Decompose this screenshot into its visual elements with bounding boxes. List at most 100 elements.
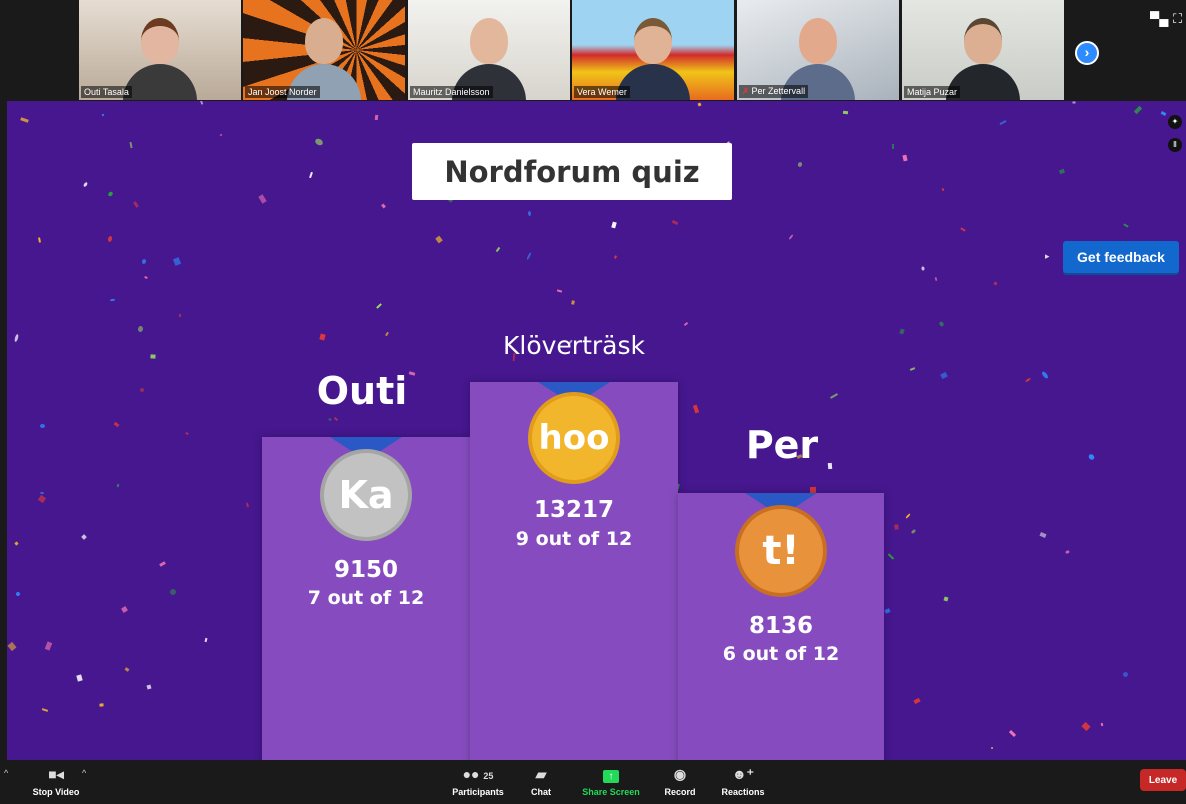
leave-button[interactable]: Leave <box>1140 769 1186 791</box>
confetti-piece <box>44 641 53 651</box>
confetti-piece <box>999 119 1007 126</box>
confetti-piece <box>101 113 105 117</box>
confetti-piece <box>692 404 700 414</box>
confetti-piece <box>381 203 386 209</box>
confetti-piece <box>129 141 133 149</box>
confetti-piece <box>1123 223 1129 228</box>
confetti-piece <box>309 171 313 179</box>
next-page-icon[interactable]: › <box>1075 41 1099 65</box>
podium-first-place: hoo 13217 9 out of 12 <box>470 382 678 760</box>
confetti-piece <box>319 333 326 341</box>
podium-name-third: Per <box>745 423 819 467</box>
confetti-piece <box>20 117 29 123</box>
confetti-piece <box>219 133 223 137</box>
confetti-piece <box>133 201 139 208</box>
reactions-button[interactable]: ☻⁺ Reactions <box>720 764 766 797</box>
confetti-piece <box>830 393 838 399</box>
confetti-piece <box>199 101 204 105</box>
annotate-icon[interactable]: ✦ <box>1168 115 1182 129</box>
confetti-piece <box>1008 729 1017 738</box>
confetti-piece <box>245 502 250 508</box>
confetti-piece <box>258 194 267 204</box>
participants-button[interactable]: ●● 25 Participants <box>448 764 508 797</box>
participant-tile[interactable]: Jan Joost Norder <box>243 0 405 100</box>
confetti-piece <box>150 354 156 359</box>
confetti-piece <box>82 181 89 188</box>
confetti-piece <box>146 684 152 690</box>
participant-tile[interactable]: ✗ Per Zettervall <box>737 0 899 100</box>
confetti-piece <box>328 417 332 422</box>
confetti-piece <box>993 281 998 286</box>
participant-gallery: Outi Tasala Jan Joost Norder Mauritz Dan… <box>0 0 1186 101</box>
confetti-piece <box>1058 168 1066 175</box>
confetti-piece <box>81 534 87 540</box>
podium-score: 9150 <box>333 557 398 583</box>
stop-video-button[interactable]: ■◂ Stop Video <box>30 764 82 797</box>
confetti-piece <box>141 258 147 265</box>
podium-correct-count: 6 out of 12 <box>722 643 840 665</box>
confetti-piece <box>611 221 617 229</box>
confetti-piece <box>38 237 41 243</box>
confetti-piece <box>990 746 994 750</box>
pause-icon[interactable]: Ⅱ <box>1168 138 1182 152</box>
confetti-piece <box>13 333 20 343</box>
confetti-piece <box>921 266 925 271</box>
confetti-piece <box>178 313 182 318</box>
confetti-piece <box>374 114 379 121</box>
confetti-piece <box>333 416 339 422</box>
confetti-piece <box>910 528 917 535</box>
confetti-piece <box>571 300 575 305</box>
share-screen-icon: ↑ <box>580 764 642 784</box>
confetti-piece <box>76 674 83 682</box>
mouse-cursor-icon: ▸ <box>1045 251 1050 261</box>
podium-score: 13217 <box>533 497 615 523</box>
confetti-piece <box>385 331 389 337</box>
confetti-piece <box>526 251 532 261</box>
confetti-piece <box>1065 549 1070 555</box>
confetti-piece <box>113 421 120 428</box>
video-options-caret-icon[interactable]: ^ <box>82 768 86 778</box>
confetti-piece <box>894 524 899 530</box>
confetti-piece <box>139 387 145 393</box>
smiley-add-icon: ☻⁺ <box>731 766 755 782</box>
confetti-piece <box>905 513 911 519</box>
confetti-piece <box>39 423 46 429</box>
record-icon: ◉ <box>673 766 687 782</box>
podium-second-place: Ka 9150 7 out of 12 <box>262 437 470 760</box>
video-camera-icon: ■◂ <box>48 766 64 782</box>
podium-third-place: t! 8136 6 out of 12 <box>678 493 884 760</box>
participant-tile[interactable]: Mauritz Danielsson <box>408 0 570 100</box>
confetti-piece <box>1040 370 1050 380</box>
confetti-piece <box>1024 377 1032 383</box>
confetti-piece <box>1100 722 1104 727</box>
participant-tile[interactable]: Matija Puzar <box>902 0 1064 100</box>
gallery-view-icon[interactable]: ▀▄ <box>1150 12 1168 25</box>
record-button[interactable]: ◉ Record <box>662 764 698 797</box>
confetti-piece <box>887 553 895 560</box>
confetti-piece <box>884 608 891 614</box>
participant-name: Matija Puzar <box>904 86 961 98</box>
participant-tile[interactable]: Vera Wemer <box>572 0 734 100</box>
confetti-piece <box>842 110 849 115</box>
podium-name-first: Klöverträsk <box>503 331 645 360</box>
confetti-piece <box>1087 453 1096 461</box>
podium-correct-count: 7 out of 12 <box>307 587 425 609</box>
confetti-piece <box>1072 101 1076 104</box>
confetti-piece <box>376 303 382 309</box>
participant-tile[interactable]: Outi Tasala <box>79 0 241 100</box>
podium-name-second: Outi <box>316 369 408 413</box>
confetti-piece <box>671 219 679 226</box>
quiz-title-box: Nordforum quiz <box>412 143 732 200</box>
audio-options-caret-icon[interactable]: ^ <box>4 768 8 778</box>
confetti-piece <box>797 161 803 168</box>
confetti-piece <box>159 561 166 567</box>
confetti-piece <box>185 431 189 436</box>
participants-icon: ●● 25 <box>462 766 494 782</box>
get-feedback-button[interactable]: Get feedback <box>1063 241 1179 273</box>
fullscreen-icon[interactable]: ⛶ <box>1173 12 1182 25</box>
confetti-piece <box>913 697 921 705</box>
chat-button[interactable]: ▰ Chat <box>526 764 556 797</box>
share-screen-button[interactable]: ↑ Share Screen <box>580 764 642 797</box>
confetti-piece <box>938 320 945 328</box>
shared-screen: Nordforum quiz ✦ Ⅱ ▸ Get feedback Outi K… <box>7 101 1186 760</box>
